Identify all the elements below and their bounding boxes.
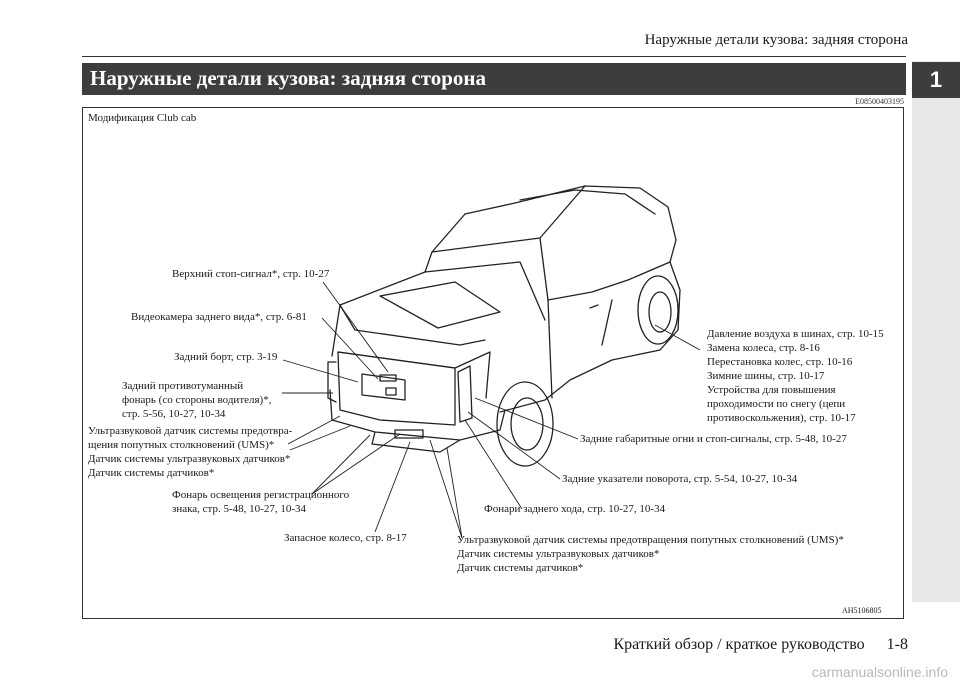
callout-tires: Давление воздуха в шинах, стр. 10-15 Зам…: [707, 328, 884, 424]
figure-code: AH5106805: [842, 606, 882, 615]
book-title: Краткий обзор / краткое руководство: [613, 636, 865, 653]
callout-ums-sensor-left: Ультразвуковой датчик системы предотвра-…: [88, 425, 293, 479]
page-number: 1-8: [886, 636, 908, 653]
watermark: carmanualsonline.info: [811, 664, 948, 680]
callout-tail-lights: Задние габаритные огни и стоп-сигналы, с…: [580, 433, 847, 445]
callout-ums-sensor-bottom: Ультразвуковой датчик системы предотвращ…: [457, 534, 844, 574]
callout-tailgate: Задний борт, стр. 3-19: [174, 351, 278, 363]
callout-reverse-lights: Фонари заднего хода, стр. 10-27, 10-34: [484, 503, 666, 515]
callout-high-mount-brake-light: Верхний стоп-сигнал*, стр. 10-27: [172, 268, 330, 280]
callout-rear-turn-signals: Задние указатели поворота, стр. 5-54, 10…: [562, 473, 798, 485]
callout-rear-fog-light: Задний противотуманный фонарь (со сторон…: [122, 380, 272, 420]
callout-spare-wheel: Запасное колесо, стр. 8-17: [284, 532, 407, 544]
page-footer: Краткий обзор / краткое руководство 1-8: [591, 636, 908, 654]
callout-license-plate-light: Фонарь освещения регистрационного знака,…: [172, 489, 350, 515]
callout-rear-view-camera: Видеокамера заднего вида*, стр. 6-81: [131, 311, 307, 323]
